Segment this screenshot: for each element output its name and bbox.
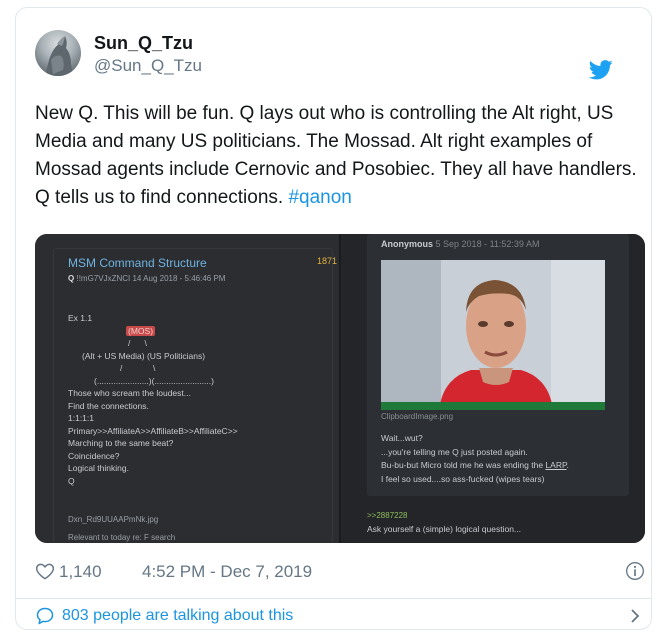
post-line: (MOS) xyxy=(68,325,238,338)
post-line: (......................)(...............… xyxy=(94,375,214,386)
post-number: 1871 xyxy=(317,256,338,266)
post-author: Q xyxy=(68,274,75,283)
post-line: Q xyxy=(68,475,75,486)
post-meta: Q !!mG7VJxZNCI 14 Aug 2018 - 5:46:46 PM xyxy=(68,274,225,283)
post-title: MSM Command Structure xyxy=(68,256,207,270)
post-line: Those who scream the loudest... xyxy=(68,388,191,398)
video-still-image xyxy=(381,260,605,410)
speech-bubble-icon xyxy=(36,607,54,625)
info-icon[interactable] xyxy=(625,561,645,581)
reply-question: Ask yourself a (simple) logical question… xyxy=(367,524,522,534)
reply-filename: ClipboardImage.png xyxy=(381,412,454,421)
reply-author: Anonymous xyxy=(381,239,434,249)
chevron-right-icon[interactable] xyxy=(627,606,643,626)
tweet-text: New Q. This will be fun. Q lays out who … xyxy=(35,100,645,212)
reply-date: 5 Sep 2018 - 11:52:39 AM xyxy=(435,239,540,249)
reply-line: I feel so used....so ass-fucked (wipes t… xyxy=(381,473,545,484)
display-name[interactable]: Sun_Q_Tzu xyxy=(94,32,202,54)
post-trip: !!mG7VJxZNCI xyxy=(76,274,131,283)
twitter-bird-icon[interactable] xyxy=(589,60,613,80)
handle[interactable]: @Sun_Q_Tzu xyxy=(94,55,202,77)
post-line: / \ xyxy=(128,338,147,348)
tweet-header: Sun_Q_Tzu @Sun_Q_Tzu xyxy=(35,30,635,86)
post-line: Marching to the same beat? xyxy=(68,438,174,448)
media-right-panel: Anonymous 5 Sep 2018 - 11:52:39 AM Clipb… xyxy=(341,234,645,543)
post-line: Find the connections. xyxy=(68,400,149,411)
like-count[interactable]: 1,140 xyxy=(59,562,102,582)
media-left-panel: MSM Command Structure 1871 Q !!mG7VJxZNC… xyxy=(35,234,339,543)
tweet-media[interactable]: MSM Command Structure 1871 Q !!mG7VJxZNC… xyxy=(35,234,645,543)
post-filename: Dxn_Rd9UUAAPmNk.jpg xyxy=(68,515,159,524)
post-line: Coincidence? xyxy=(68,450,120,461)
larp-suffix: . xyxy=(566,460,569,470)
mos-highlight: (MOS) xyxy=(126,325,156,336)
footer-divider xyxy=(16,598,651,599)
tweet-card: Sun_Q_Tzu @Sun_Q_Tzu New Q. This will be… xyxy=(15,7,652,630)
post-date: 14 Aug 2018 - 5:46:46 PM xyxy=(132,274,226,283)
post-line: / \ xyxy=(120,363,156,373)
talking-text[interactable]: 803 people are talking about this xyxy=(62,607,293,625)
reply-line: ...you're telling me Q just posted again… xyxy=(381,446,528,457)
talking-footer[interactable]: 803 people are talking about this xyxy=(35,605,645,627)
post-line: Primary>>AffiliateA>>AffiliateB>>Affilia… xyxy=(68,425,238,436)
hashtag-link[interactable]: #qanon xyxy=(288,187,351,208)
post-line: Ex 1.1 xyxy=(68,313,93,323)
reply-body: Wait...wut? ...you're telling me Q just … xyxy=(381,432,569,486)
post-line: (Alt + US Media) (US Politicians) xyxy=(82,350,206,361)
reply-line: Wait...wut? xyxy=(381,433,423,443)
reply-line-text: Bu-bu-but Micro told me he was ending th… xyxy=(381,460,546,470)
post-line: Logical thinking. xyxy=(68,463,129,473)
post-line: 1:1:1:1 xyxy=(68,413,94,423)
reply-meta: Anonymous 5 Sep 2018 - 11:52:39 AM xyxy=(381,239,539,249)
reply-line: Bu-bu-but Micro told me he was ending th… xyxy=(381,459,569,473)
tweet-timestamp[interactable]: 4:52 PM - Dec 7, 2019 xyxy=(142,562,312,582)
tweet-stats: 1,140 4:52 PM - Dec 7, 2019 xyxy=(35,560,645,584)
heart-icon[interactable] xyxy=(35,561,55,581)
reply-link: >>2887228 xyxy=(367,511,408,520)
author-names: Sun_Q_Tzu @Sun_Q_Tzu xyxy=(94,32,202,77)
post-cut-text: Relevant to today re: F search xyxy=(68,533,176,542)
avatar[interactable] xyxy=(35,30,81,76)
larp-text: LARP xyxy=(545,460,567,470)
post-body: Ex 1.1 (MOS) / \ (Alt + US Media) (US Po… xyxy=(68,312,238,487)
